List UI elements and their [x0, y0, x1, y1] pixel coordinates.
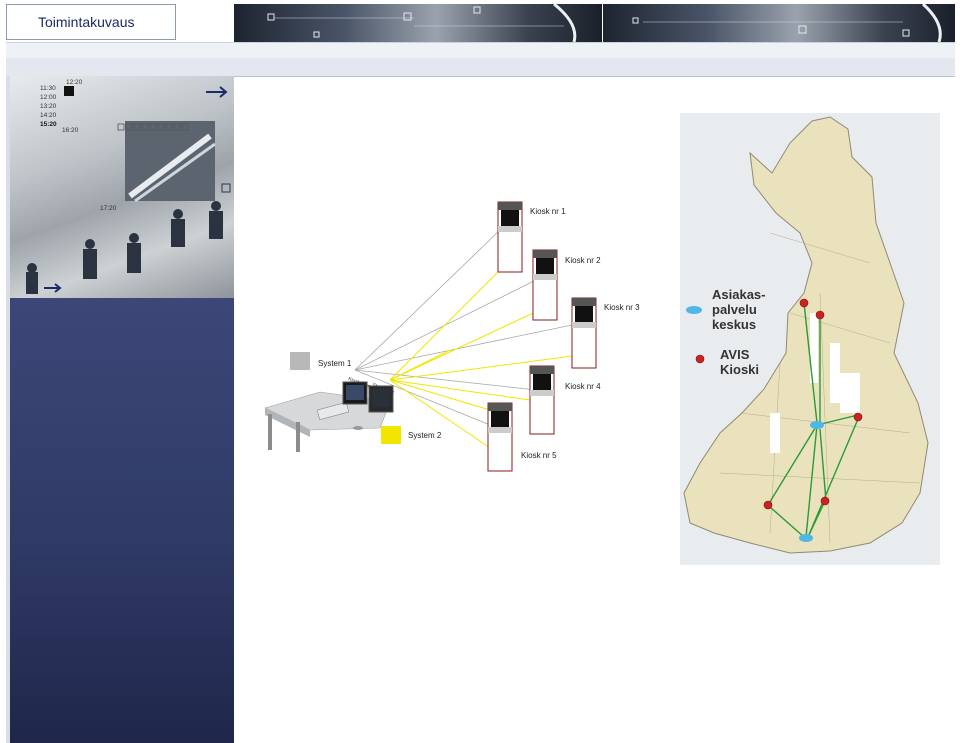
page-title: Toimintakuvaus — [38, 14, 135, 30]
sidebar-photo: 12:20 11:30 12:00 13:20 14:20 15:20 16:2… — [10, 76, 234, 298]
photo-time-4: 13:20 — [40, 103, 57, 110]
photo-time-3: 12:00 — [40, 94, 57, 101]
legend-kiosk-line1: AVIS — [720, 347, 750, 362]
kiosk-marker — [820, 496, 830, 506]
finland-map: Asiakas- palvelu keskus AVIS Kioski — [680, 113, 940, 565]
header-banner-right — [603, 2, 955, 43]
kiosk-marker — [799, 298, 809, 308]
photo-time-8: 17:20 — [100, 205, 117, 212]
photo-time-5: 14:20 — [40, 112, 57, 119]
sidebar-photo-art: 12:20 11:30 12:00 13:20 14:20 15:20 16:2… — [26, 79, 231, 294]
service-center-marker — [810, 421, 824, 429]
legend-service-icon — [686, 306, 702, 314]
finland-map-svg: Asiakas- palvelu keskus AVIS Kioski — [683, 116, 929, 554]
kiosk-3-label: Kiosk nr 3 — [604, 303, 640, 312]
legend-service-line2: palvelu — [712, 302, 757, 317]
banner-decoration — [267, 2, 577, 43]
photo-time-6: 15:20 — [40, 121, 57, 128]
kiosk-4-label: Kiosk nr 4 — [565, 382, 601, 391]
photo-time-2: 11:30 — [40, 85, 56, 92]
legend-service-line3: keskus — [712, 317, 756, 332]
system-2-label: System 2 — [408, 431, 442, 440]
toolbar-stripe-lower — [6, 58, 955, 77]
kiosk-5-label: Kiosk nr 5 — [521, 451, 557, 460]
kiosk-marker — [815, 310, 825, 320]
kiosk-4: Kiosk nr 4 — [529, 365, 601, 435]
sidebar-panel — [10, 298, 234, 743]
header-banner-left — [234, 2, 602, 43]
banner-decoration-right — [632, 2, 942, 43]
system-diagram: System 1 System 2 Kiosk Mon Stats view K… — [250, 190, 670, 480]
operator-desk: Kiosk Mon Stats view — [264, 376, 395, 452]
system-1-label: System 1 — [318, 359, 352, 368]
system-diagram-svg: System 1 System 2 Kiosk Mon Stats view K… — [264, 201, 640, 472]
system-2-swatch — [381, 426, 401, 444]
system-1-swatch — [290, 352, 310, 370]
kiosk-3: Kiosk nr 3 — [571, 297, 640, 369]
legend-service-line1: Asiakas- — [712, 287, 765, 302]
photo-time-1: 12:20 — [66, 79, 83, 86]
country-shape — [683, 116, 929, 554]
kiosk-marker — [763, 500, 773, 510]
kiosk-marker — [853, 412, 863, 422]
kiosk-2-label: Kiosk nr 2 — [565, 256, 601, 265]
legend-kiosk-line2: Kioski — [720, 362, 759, 377]
legend-kiosk-icon — [695, 354, 705, 364]
photo-time-7: 16:20 — [62, 127, 79, 134]
kiosk-1-label: Kiosk nr 1 — [530, 207, 566, 216]
service-center-marker — [799, 534, 813, 542]
